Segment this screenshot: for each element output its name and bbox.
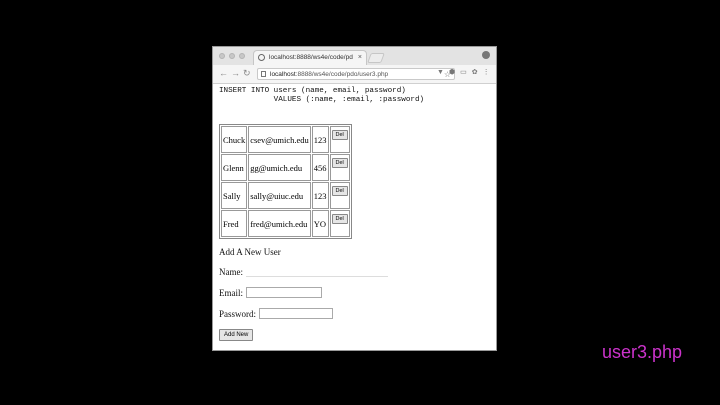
password-label: Password: bbox=[219, 308, 257, 319]
address-bar[interactable]: localhost:8888/ws4e/code/pdo/user3.php ☆ bbox=[257, 68, 455, 80]
browser-window: localhost:8888/ws4e/code/pd × ← → ↻ loca… bbox=[212, 46, 497, 351]
name-row: Name: bbox=[219, 267, 492, 277]
cast-icon[interactable]: ▭ bbox=[460, 68, 467, 78]
user-password-cell: 123 bbox=[311, 126, 329, 153]
extension-icon[interactable]: ⬢ bbox=[449, 68, 455, 78]
close-window-button[interactable] bbox=[219, 53, 225, 59]
sql-line-1: INSERT INTO users (name, email, password… bbox=[219, 87, 406, 95]
extension-icons: ▼ ⬢ ▭ ✿ ⋮ bbox=[437, 68, 490, 78]
page-icon bbox=[261, 71, 266, 77]
user-name-cell: Sally bbox=[221, 182, 248, 209]
name-label: Name: bbox=[219, 267, 243, 277]
delete-cell: Del bbox=[329, 154, 350, 181]
slide-caption: user3.php bbox=[602, 342, 683, 362]
user-name-cell: Fred bbox=[221, 210, 248, 237]
url-path: :8888/ws4e/code/pdo/user3.php bbox=[295, 71, 389, 78]
form-heading: Add A New User bbox=[219, 247, 281, 257]
table-row: Fred fred@umich.edu YO Del bbox=[221, 210, 350, 237]
delete-cell: Del bbox=[329, 126, 350, 153]
filter-icon[interactable]: ▼ bbox=[437, 68, 444, 78]
user-email-cell: sally@uiuc.edu bbox=[248, 182, 311, 209]
globe-icon bbox=[258, 54, 265, 61]
minimize-window-button[interactable] bbox=[229, 53, 235, 59]
tab-bar: localhost:8888/ws4e/code/pd × bbox=[213, 47, 496, 66]
tab-close-icon[interactable]: × bbox=[358, 51, 362, 65]
table-row: Sally sally@uiuc.edu 123 Del bbox=[221, 182, 350, 209]
user-password-cell: YO bbox=[311, 210, 329, 237]
reload-icon[interactable]: ↻ bbox=[243, 68, 251, 78]
sql-statement: INSERT INTO users (name, email, password… bbox=[219, 87, 492, 105]
profile-icon[interactable] bbox=[482, 51, 490, 59]
user-name-cell: Glenn bbox=[221, 154, 248, 181]
new-tab-button[interactable] bbox=[367, 53, 385, 63]
users-table: Chuck csev@umich.edu 123 Del Glenn gg@um… bbox=[219, 124, 352, 239]
user-email-cell: gg@umich.edu bbox=[248, 154, 311, 181]
user-password-cell: 123 bbox=[311, 182, 329, 209]
browser-tab[interactable]: localhost:8888/ws4e/code/pd × bbox=[253, 50, 367, 65]
user-email-cell: fred@umich.edu bbox=[248, 210, 311, 237]
name-input[interactable] bbox=[246, 267, 388, 277]
forward-arrow-icon[interactable]: → bbox=[231, 68, 240, 78]
add-user-form: Add A New User Name: Email: Password: Ad… bbox=[219, 247, 492, 341]
url-host: localhost bbox=[270, 71, 296, 78]
email-input[interactable] bbox=[246, 287, 322, 298]
tab-title: localhost:8888/ws4e/code/pd bbox=[269, 54, 353, 61]
delete-button[interactable]: Del bbox=[331, 158, 348, 168]
window-controls bbox=[219, 53, 245, 59]
browser-toolbar: ← → ↻ localhost:8888/ws4e/code/pdo/user3… bbox=[213, 65, 496, 84]
page-content: INSERT INTO users (name, email, password… bbox=[219, 87, 492, 350]
menu-icon[interactable]: ⋮ bbox=[483, 68, 490, 78]
delete-button[interactable]: Del bbox=[331, 130, 348, 140]
user-name-cell: Chuck bbox=[221, 126, 248, 153]
add-new-button[interactable]: Add New bbox=[219, 329, 254, 341]
email-row: Email: bbox=[219, 287, 492, 298]
user-email-cell: csev@umich.edu bbox=[248, 126, 311, 153]
delete-button[interactable]: Del bbox=[331, 186, 348, 196]
delete-cell: Del bbox=[329, 210, 350, 237]
table-row: Glenn gg@umich.edu 456 Del bbox=[221, 154, 350, 181]
password-row: Password: bbox=[219, 308, 492, 319]
email-label: Email: bbox=[219, 287, 243, 298]
back-arrow-icon[interactable]: ← bbox=[219, 68, 228, 78]
table-row: Chuck csev@umich.edu 123 Del bbox=[221, 126, 350, 153]
sql-line-2: VALUES (:name, :email, :password) bbox=[219, 96, 425, 104]
delete-button[interactable]: Del bbox=[331, 214, 348, 224]
settings-gear-icon[interactable]: ✿ bbox=[472, 68, 478, 78]
user-password-cell: 456 bbox=[311, 154, 329, 181]
maximize-window-button[interactable] bbox=[239, 53, 245, 59]
delete-cell: Del bbox=[329, 182, 350, 209]
password-input[interactable] bbox=[259, 308, 334, 319]
